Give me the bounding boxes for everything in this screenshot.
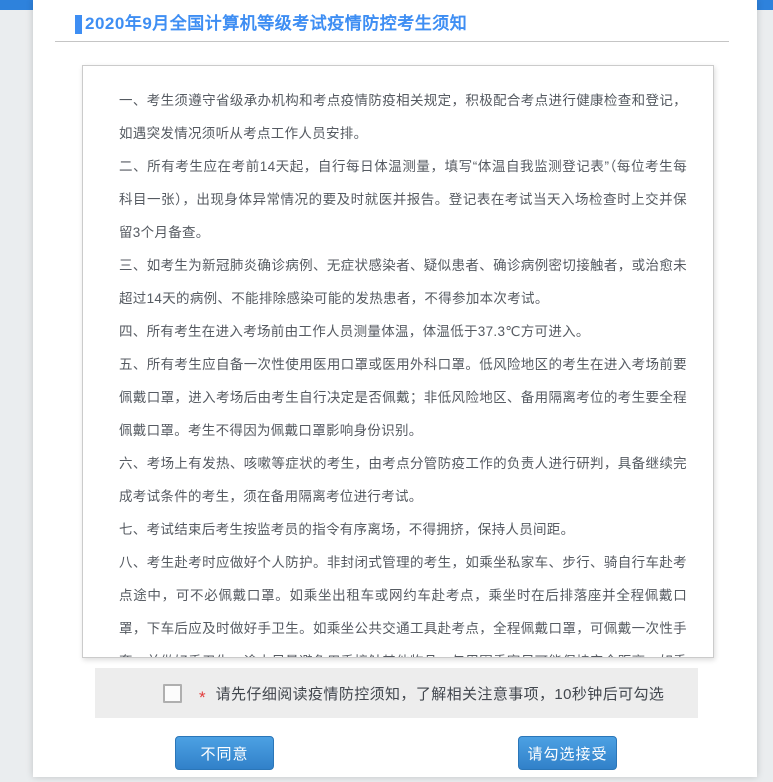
notice-paragraph: 二、所有考生应在考前14天起，自行每日体温测量，填写“体温自我监测登记表”（每位…: [119, 150, 687, 249]
notice-paragraph: 一、考生须遵守省级承办机构和考点疫情防疫相关规定，积极配合考点进行健康检查和登记…: [119, 84, 687, 150]
accept-button[interactable]: 请勾选接受: [518, 736, 617, 770]
agreement-bar: * 请先仔细阅读疫情防控须知，了解相关注意事项，10秒钟后可勾选: [95, 668, 698, 718]
notice-paragraph: 四、所有考生在进入考场前由工作人员测量体温，体温低于37.3℃方可进入。: [119, 315, 687, 348]
main-panel: 2020年9月全国计算机等级考试疫情防控考生须知 一、考生须遵守省级承办机构和考…: [33, 0, 757, 777]
page-title: 2020年9月全国计算机等级考试疫情防控考生须知: [85, 14, 467, 34]
notice-paragraph: 六、考场上有发热、咳嗽等症状的考生，由考点分管防疫工作的负责人进行研判，具备继续…: [119, 447, 687, 513]
agree-label: 请先仔细阅读疫情防控须知，了解相关注意事项，10秒钟后可勾选: [216, 683, 665, 704]
disagree-button[interactable]: 不同意: [175, 736, 274, 770]
title-row: 2020年9月全国计算机等级考试疫情防控考生须知: [33, 0, 757, 34]
title-divider: [55, 41, 729, 42]
notice-paragraph: 三、如考生为新冠肺炎确诊病例、无症状感染者、疑似患者、确诊病例密切接触者，或治愈…: [119, 249, 687, 315]
notice-paragraph: 八、考生赴考时应做好个人防护。非封闭式管理的考生，如乘坐私家车、步行、骑自行车赴…: [119, 546, 687, 658]
required-asterisk: *: [199, 689, 206, 706]
notice-paragraph: 七、考试结束后考生按监考员的指令有序离场，不得拥挤，保持人员间距。: [119, 513, 687, 546]
notice-paragraph: 五、所有考生应自备一次性使用医用口罩或医用外科口罩。低风险地区的考生在进入考场前…: [119, 348, 687, 447]
title-marker-icon: [75, 15, 82, 34]
action-buttons-row: 不同意 请勾选接受: [175, 736, 617, 770]
agree-checkbox[interactable]: [163, 684, 182, 703]
notice-content-box: 一、考生须遵守省级承办机构和考点疫情防疫相关规定，积极配合考点进行健康检查和登记…: [82, 65, 714, 658]
